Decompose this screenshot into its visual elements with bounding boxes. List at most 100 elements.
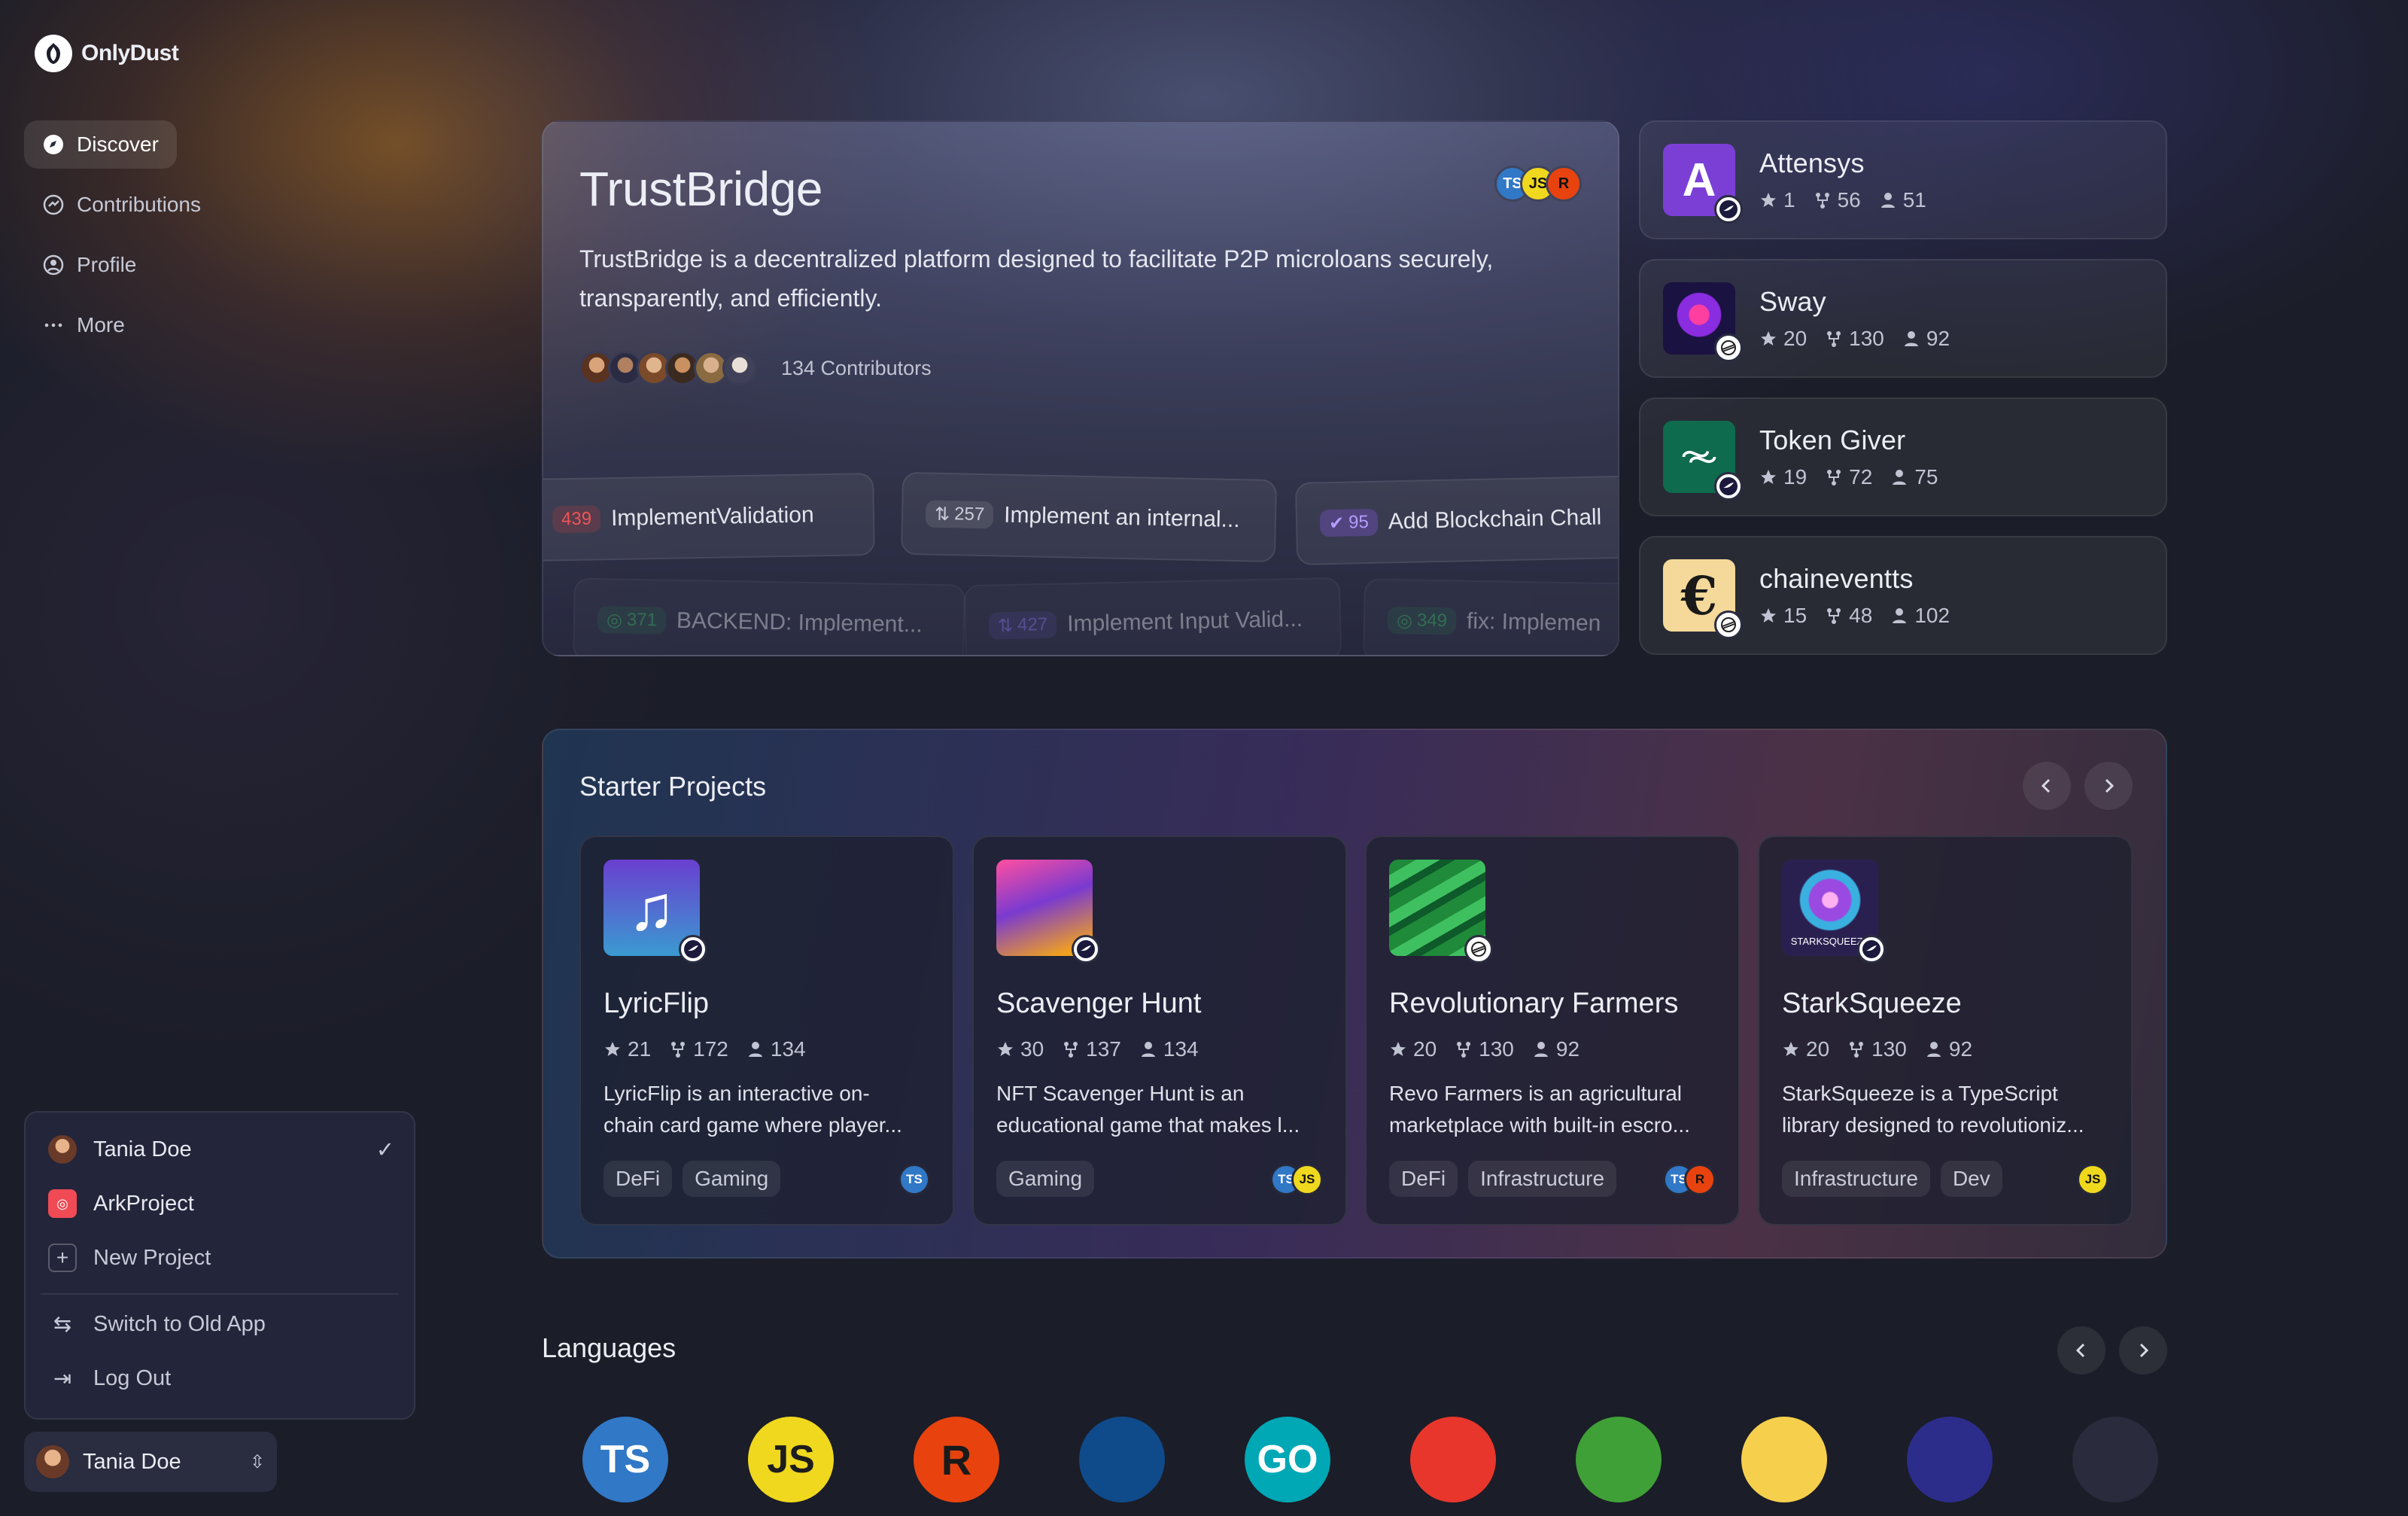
ellipsis-icon xyxy=(44,323,62,327)
issue-pill[interactable]: ⇅ 427 Implement Input Valid... xyxy=(964,577,1342,655)
rust-icon: R xyxy=(1546,166,1582,202)
tag[interactable]: DeFi xyxy=(604,1161,673,1197)
languages-prev-button[interactable] xyxy=(2057,1326,2105,1374)
app-logo[interactable]: OnlyDust xyxy=(35,35,179,72)
check-icon: ✓ xyxy=(375,1137,394,1162)
tag[interactable]: Gaming xyxy=(683,1161,781,1197)
typescript-icon[interactable]: TS xyxy=(582,1417,668,1502)
starknet-badge-icon xyxy=(1714,472,1743,501)
chevron-right-icon xyxy=(2139,1343,2149,1358)
stars-count: 15 xyxy=(1783,604,1808,627)
account-item-arkproject[interactable]: ◎ ArkProject xyxy=(48,1189,194,1218)
forks-count: 172 xyxy=(693,1037,728,1061)
issue-count: 257 xyxy=(953,504,985,525)
tag[interactable]: Infrastructure xyxy=(1782,1161,1930,1197)
project-card-sway[interactable]: Sway 20 130 92 xyxy=(1639,259,2167,378)
python-icon[interactable] xyxy=(1741,1417,1827,1502)
log-out-button[interactable]: ⇥ Log Out xyxy=(48,1365,171,1392)
starknet-badge-icon xyxy=(1072,935,1100,963)
issue-open-icon: ◎ xyxy=(606,609,623,631)
nav-profile[interactable]: Profile xyxy=(24,241,154,289)
project-description: NFT Scavenger Hunt is an educational game… xyxy=(996,1082,1300,1137)
issue-open-icon: ◎ xyxy=(1396,610,1413,631)
account-label: ArkProject xyxy=(93,1191,194,1216)
noir-icon[interactable] xyxy=(2072,1417,2158,1502)
project-card-chaineventts[interactable]: € chaineventts 15 48 102 xyxy=(1639,536,2167,655)
project-name: Scavenger Hunt xyxy=(996,988,1202,1019)
project-stats: 19 72 75 xyxy=(1759,465,1938,489)
dart-icon[interactable] xyxy=(1079,1417,1165,1502)
issue-count: 427 xyxy=(1017,613,1048,635)
nav-discover[interactable]: Discover xyxy=(24,120,177,169)
issue-pill[interactable]: ◎ 349 fix: Implemen xyxy=(1363,578,1618,655)
project-card-token-giver[interactable]: Token Giver 19 72 75 xyxy=(1639,397,2167,516)
starter-projects-section: Starter Projects ♫ LyricFlip 21 172 134 … xyxy=(542,729,2167,1259)
logout-icon: ⇥ xyxy=(53,1367,72,1391)
starter-project-card[interactable]: STARKSQUEEZE StarkSqueeze 20 130 92 Star… xyxy=(1758,836,2133,1225)
profile-icon xyxy=(43,254,64,275)
stars-count: 20 xyxy=(1806,1037,1830,1061)
project-name: Sway xyxy=(1759,286,1826,317)
starter-project-card[interactable]: Scavenger Hunt 30 137 134 NFT Scavenger … xyxy=(972,836,1347,1225)
new-project-button[interactable]: + New Project xyxy=(48,1244,211,1272)
forks-count: 72 xyxy=(1849,465,1873,489)
contributors-count: 92 xyxy=(1948,1037,1973,1061)
project-name: Attensys xyxy=(1759,148,1865,178)
nodejs-icon[interactable] xyxy=(1576,1417,1662,1502)
tag[interactable]: Infrastructure xyxy=(1468,1161,1617,1197)
avatar xyxy=(48,1135,77,1164)
prev-button[interactable] xyxy=(2023,762,2071,810)
contributors-count: 75 xyxy=(1914,465,1938,489)
user-icon xyxy=(1893,470,1907,485)
featured-project-card[interactable]: TrustBridge TS JS R TrustBridge is a dec… xyxy=(542,120,1619,656)
contributors-count: 51 xyxy=(1902,188,1926,212)
logout-label: Log Out xyxy=(93,1366,172,1390)
stars-count: 30 xyxy=(1020,1037,1044,1061)
user-icon xyxy=(748,1042,762,1057)
issue-pill[interactable]: ✔ 95 Add Blockchain Chall xyxy=(1294,474,1618,566)
next-button[interactable] xyxy=(2084,762,2133,810)
tag[interactable]: DeFi xyxy=(1389,1161,1458,1197)
languages-title: Languages xyxy=(542,1332,676,1363)
featured-project-title: TrustBridge xyxy=(579,162,822,216)
project-stats: 1 56 51 xyxy=(1759,188,1926,212)
switch-old-app-button[interactable]: ⇆ Switch to Old App xyxy=(48,1311,266,1338)
user-icon xyxy=(1141,1042,1155,1057)
issue-pill[interactable]: 439 ImplementValidation xyxy=(543,472,875,562)
project-name: StarkSqueeze xyxy=(1782,988,1962,1019)
languages-next-button[interactable] xyxy=(2119,1326,2167,1374)
project-logo xyxy=(996,860,1100,963)
issue-pill[interactable]: ⇅ 257 Implement an internal... xyxy=(900,471,1278,563)
contributors-count: 92 xyxy=(1926,327,1950,350)
javascript-icon[interactable]: JS xyxy=(748,1417,834,1502)
current-user-name: Tania Doe xyxy=(83,1449,181,1474)
account-switcher[interactable]: Tania Doe ⇳ xyxy=(24,1432,277,1492)
project-logo: A xyxy=(1663,144,1743,224)
tag[interactable]: Gaming xyxy=(996,1161,1095,1197)
nav-more[interactable]: More xyxy=(24,301,143,349)
contributor-avatars: 134 Contributors xyxy=(579,351,932,385)
starknet-badge-icon xyxy=(679,935,707,963)
check-circle-icon: ✔ xyxy=(1328,513,1345,534)
cairo-icon[interactable] xyxy=(1410,1417,1496,1502)
go-icon[interactable]: GO xyxy=(1245,1417,1330,1502)
nav-contributions[interactable]: Contributions xyxy=(24,181,219,229)
project-card-attensys[interactable]: A Attensys 1 56 51 xyxy=(1639,120,2167,239)
issue-pill[interactable]: ◎ 371 BACKEND: Implement... xyxy=(573,577,965,655)
forks-count: 137 xyxy=(1086,1037,1121,1061)
stars-count: 20 xyxy=(1413,1037,1437,1061)
account-item-tania[interactable]: Tania Doe ✓ xyxy=(48,1135,394,1164)
project-description: Revo Farmers is an agricultural marketpla… xyxy=(1389,1082,1690,1137)
solidity-icon[interactable] xyxy=(1907,1417,1993,1502)
starter-project-card[interactable]: ♫ LyricFlip 21 172 134 LyricFlip is an i… xyxy=(579,836,954,1225)
issue-label: BACKEND: Implement... xyxy=(676,607,923,638)
issue-label: Implement Input Valid... xyxy=(1066,606,1303,637)
rust-icon[interactable]: R xyxy=(914,1417,999,1502)
starter-project-card[interactable]: Revolutionary Farmers 20 130 92 Revo Far… xyxy=(1365,836,1740,1225)
section-title: Starter Projects xyxy=(579,771,767,802)
project-stats: 20 130 92 xyxy=(1389,1037,1579,1061)
account-menu: Tania Doe ✓ ◎ ArkProject + New Project ⇆… xyxy=(24,1111,415,1420)
stars-count: 20 xyxy=(1783,327,1808,350)
tag[interactable]: Dev xyxy=(1940,1161,2002,1197)
forks-count: 48 xyxy=(1849,604,1873,627)
